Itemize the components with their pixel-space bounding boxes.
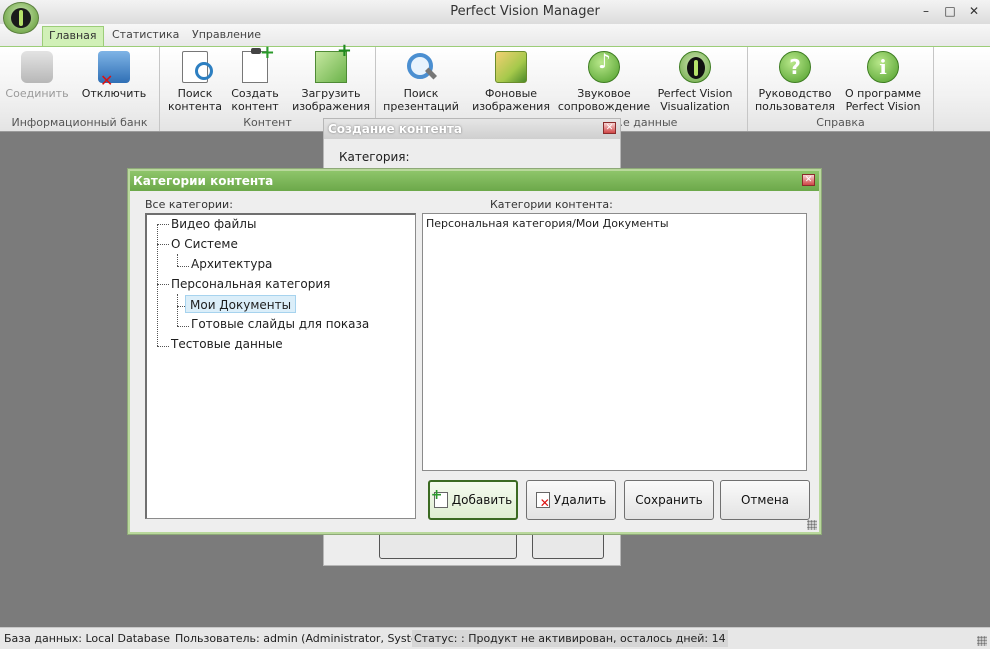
cancel-button-label: Отмена bbox=[740, 493, 790, 507]
sound-label: Звуковое сопровождение bbox=[557, 87, 651, 113]
help-icon: ? bbox=[779, 51, 811, 83]
music-icon bbox=[588, 51, 620, 83]
title-bar: Perfect Vision Manager – □ ✕ bbox=[0, 0, 990, 24]
upload-images-icon bbox=[315, 44, 352, 83]
status-state: Статус: : Продукт не активирован, остало… bbox=[412, 630, 728, 647]
search-presentations-label: Поиск презентаций bbox=[383, 87, 459, 113]
disconnect-icon bbox=[98, 51, 130, 87]
maximize-button[interactable]: □ bbox=[938, 2, 962, 20]
upload-images-label: Загрузить изображения bbox=[292, 87, 370, 113]
content-categories-dialog: Категории контента ✕ Все категории: Кате… bbox=[128, 169, 821, 534]
delete-icon bbox=[535, 492, 550, 510]
tree-node-selected[interactable]: Мои Документы bbox=[185, 295, 297, 313]
user-guide-label: Руководство пользователя bbox=[754, 87, 836, 113]
create-content-label: Создать контент bbox=[231, 87, 279, 113]
dialog-title: Категории контента bbox=[130, 171, 819, 191]
add-button-label: Добавить bbox=[451, 493, 513, 507]
sound-button[interactable]: Звуковое сопровождение bbox=[556, 51, 652, 113]
about-button[interactable]: i О программе Perfect Vision bbox=[840, 51, 926, 113]
disconnect-button[interactable]: Отключить bbox=[78, 51, 150, 100]
all-categories-label: Все категории: bbox=[145, 198, 233, 211]
close-button[interactable]: ✕ bbox=[962, 2, 986, 20]
delete-button[interactable]: Удалить bbox=[526, 480, 616, 520]
connect-label: Соединить bbox=[5, 87, 69, 100]
group-label-data: …е данные bbox=[612, 116, 678, 129]
add-button[interactable]: Добавить bbox=[428, 480, 518, 520]
window-resize-grip-icon[interactable] bbox=[977, 636, 987, 646]
resize-grip-icon[interactable] bbox=[807, 520, 817, 530]
tab-main[interactable]: Главная bbox=[42, 26, 104, 46]
tree-node[interactable]: Тестовые данные bbox=[167, 335, 287, 353]
add-icon bbox=[431, 487, 448, 508]
about-label: О программе Perfect Vision bbox=[845, 87, 921, 113]
ribbon-tabs: Главная Статистика Управление bbox=[0, 24, 990, 46]
group-label-info-bank: Информационный банк bbox=[11, 116, 148, 129]
background-images-label: Фоновые изображения bbox=[472, 87, 550, 113]
category-tree[interactable]: Видео файлы О Системе Архитектура Персон… bbox=[145, 213, 416, 519]
tree-node[interactable]: Видео файлы bbox=[167, 215, 260, 233]
tree-node[interactable]: Архитектура bbox=[187, 255, 276, 273]
tab-management[interactable]: Управление bbox=[186, 26, 267, 46]
background-images-icon bbox=[495, 51, 527, 83]
cancel-button[interactable]: Отмена bbox=[720, 480, 810, 520]
save-button[interactable]: Сохранить bbox=[624, 480, 714, 520]
tree-node[interactable]: Персональная категория bbox=[167, 275, 334, 293]
status-bar: База данных: Local Database Пользователь… bbox=[0, 627, 990, 649]
status-database: База данных: Local Database bbox=[4, 632, 170, 645]
create-content-close-icon[interactable]: ✕ bbox=[603, 122, 616, 134]
create-content-button[interactable]: Создать контент bbox=[228, 46, 282, 113]
search-content-label: Поиск контента bbox=[167, 87, 223, 113]
connect-button[interactable]: Соединить bbox=[4, 51, 70, 100]
search-content-button[interactable]: Поиск контента bbox=[164, 51, 226, 113]
group-info-bank: Соединить Отключить Информационный банк bbox=[0, 47, 160, 131]
search-presentations-button[interactable]: Поиск презентаций bbox=[380, 51, 462, 113]
user-guide-button[interactable]: ? Руководство пользователя bbox=[752, 51, 838, 113]
tab-statistics[interactable]: Статистика bbox=[106, 26, 185, 46]
create-content-dialog-title: Создание контента bbox=[324, 119, 620, 139]
upload-images-button[interactable]: Загрузить изображения bbox=[288, 44, 374, 113]
save-button-label: Сохранить bbox=[635, 493, 703, 507]
window-title: Perfect Vision Manager bbox=[450, 4, 600, 19]
status-user: Пользователь: admin (Administrator, Syst… bbox=[175, 632, 437, 645]
delete-button-label: Удалить bbox=[553, 493, 607, 507]
pv-logo-icon bbox=[679, 51, 711, 83]
disconnect-label: Отключить bbox=[81, 87, 147, 100]
content-categories-list[interactable]: Персональная категория/Мои Документы bbox=[422, 213, 807, 471]
tree-node[interactable]: Готовые слайды для показа bbox=[187, 315, 373, 333]
search-icon bbox=[405, 51, 437, 83]
pv-visualization-button[interactable]: Perfect Vision Visualization bbox=[652, 51, 738, 113]
tree-node[interactable]: О Системе bbox=[167, 235, 242, 253]
list-item[interactable]: Персональная категория/Мои Документы bbox=[426, 217, 669, 230]
database-icon bbox=[21, 51, 53, 83]
group-help: ? Руководство пользователя i О программе… bbox=[748, 47, 934, 131]
pv-visualization-label: Perfect Vision Visualization bbox=[657, 87, 733, 113]
background-images-button[interactable]: Фоновые изображения bbox=[470, 51, 552, 113]
create-content-icon bbox=[242, 46, 275, 83]
content-categories-label: Категории контента: bbox=[490, 198, 613, 211]
dialog-close-icon[interactable]: ✕ bbox=[802, 174, 815, 186]
info-icon: i bbox=[867, 51, 899, 83]
app-menu-orb-icon[interactable] bbox=[3, 2, 39, 34]
search-content-icon bbox=[182, 51, 213, 83]
category-label: Категория: bbox=[339, 150, 410, 164]
group-label-help: Справка bbox=[816, 116, 865, 129]
minimize-button[interactable]: – bbox=[914, 2, 938, 20]
